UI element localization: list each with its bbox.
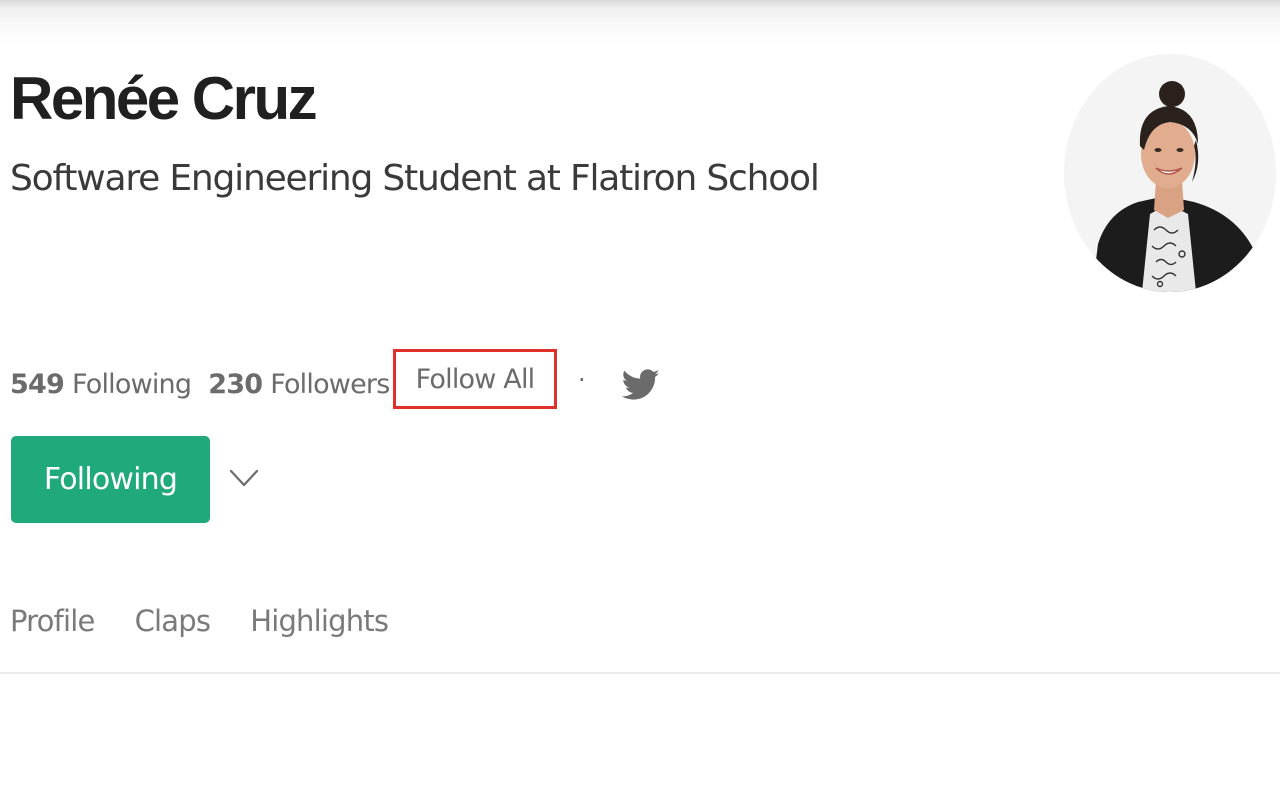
tabs-divider: [0, 672, 1280, 674]
profile-bio: Software Engineering Student at Flatiron…: [10, 158, 820, 199]
profile-tabs: Profile Claps Highlights: [10, 604, 389, 638]
tab-profile[interactable]: Profile: [10, 604, 95, 638]
stats-row: 549 Following 230 Followers: [10, 364, 390, 404]
follow-all-button[interactable]: Follow All: [393, 349, 557, 409]
following-button[interactable]: Following: [11, 436, 210, 523]
top-bar-shadow: [0, 0, 1280, 46]
following-count-link[interactable]: 549 Following: [10, 368, 192, 400]
tab-claps[interactable]: Claps: [135, 604, 211, 638]
followers-count: 230: [208, 368, 263, 400]
profile-name: Renée Cruz: [10, 65, 318, 132]
chevron-down-icon[interactable]: [228, 462, 260, 494]
avatar[interactable]: [1064, 54, 1276, 292]
followers-label: Followers: [270, 368, 390, 400]
twitter-icon[interactable]: [621, 368, 660, 402]
following-label: Following: [71, 368, 192, 400]
tab-highlights[interactable]: Highlights: [250, 604, 389, 638]
avatar-photo: [1064, 54, 1276, 292]
following-count: 549: [10, 368, 65, 400]
followers-count-link[interactable]: 230 Followers: [208, 368, 390, 400]
separator-dot: ·: [578, 366, 586, 394]
